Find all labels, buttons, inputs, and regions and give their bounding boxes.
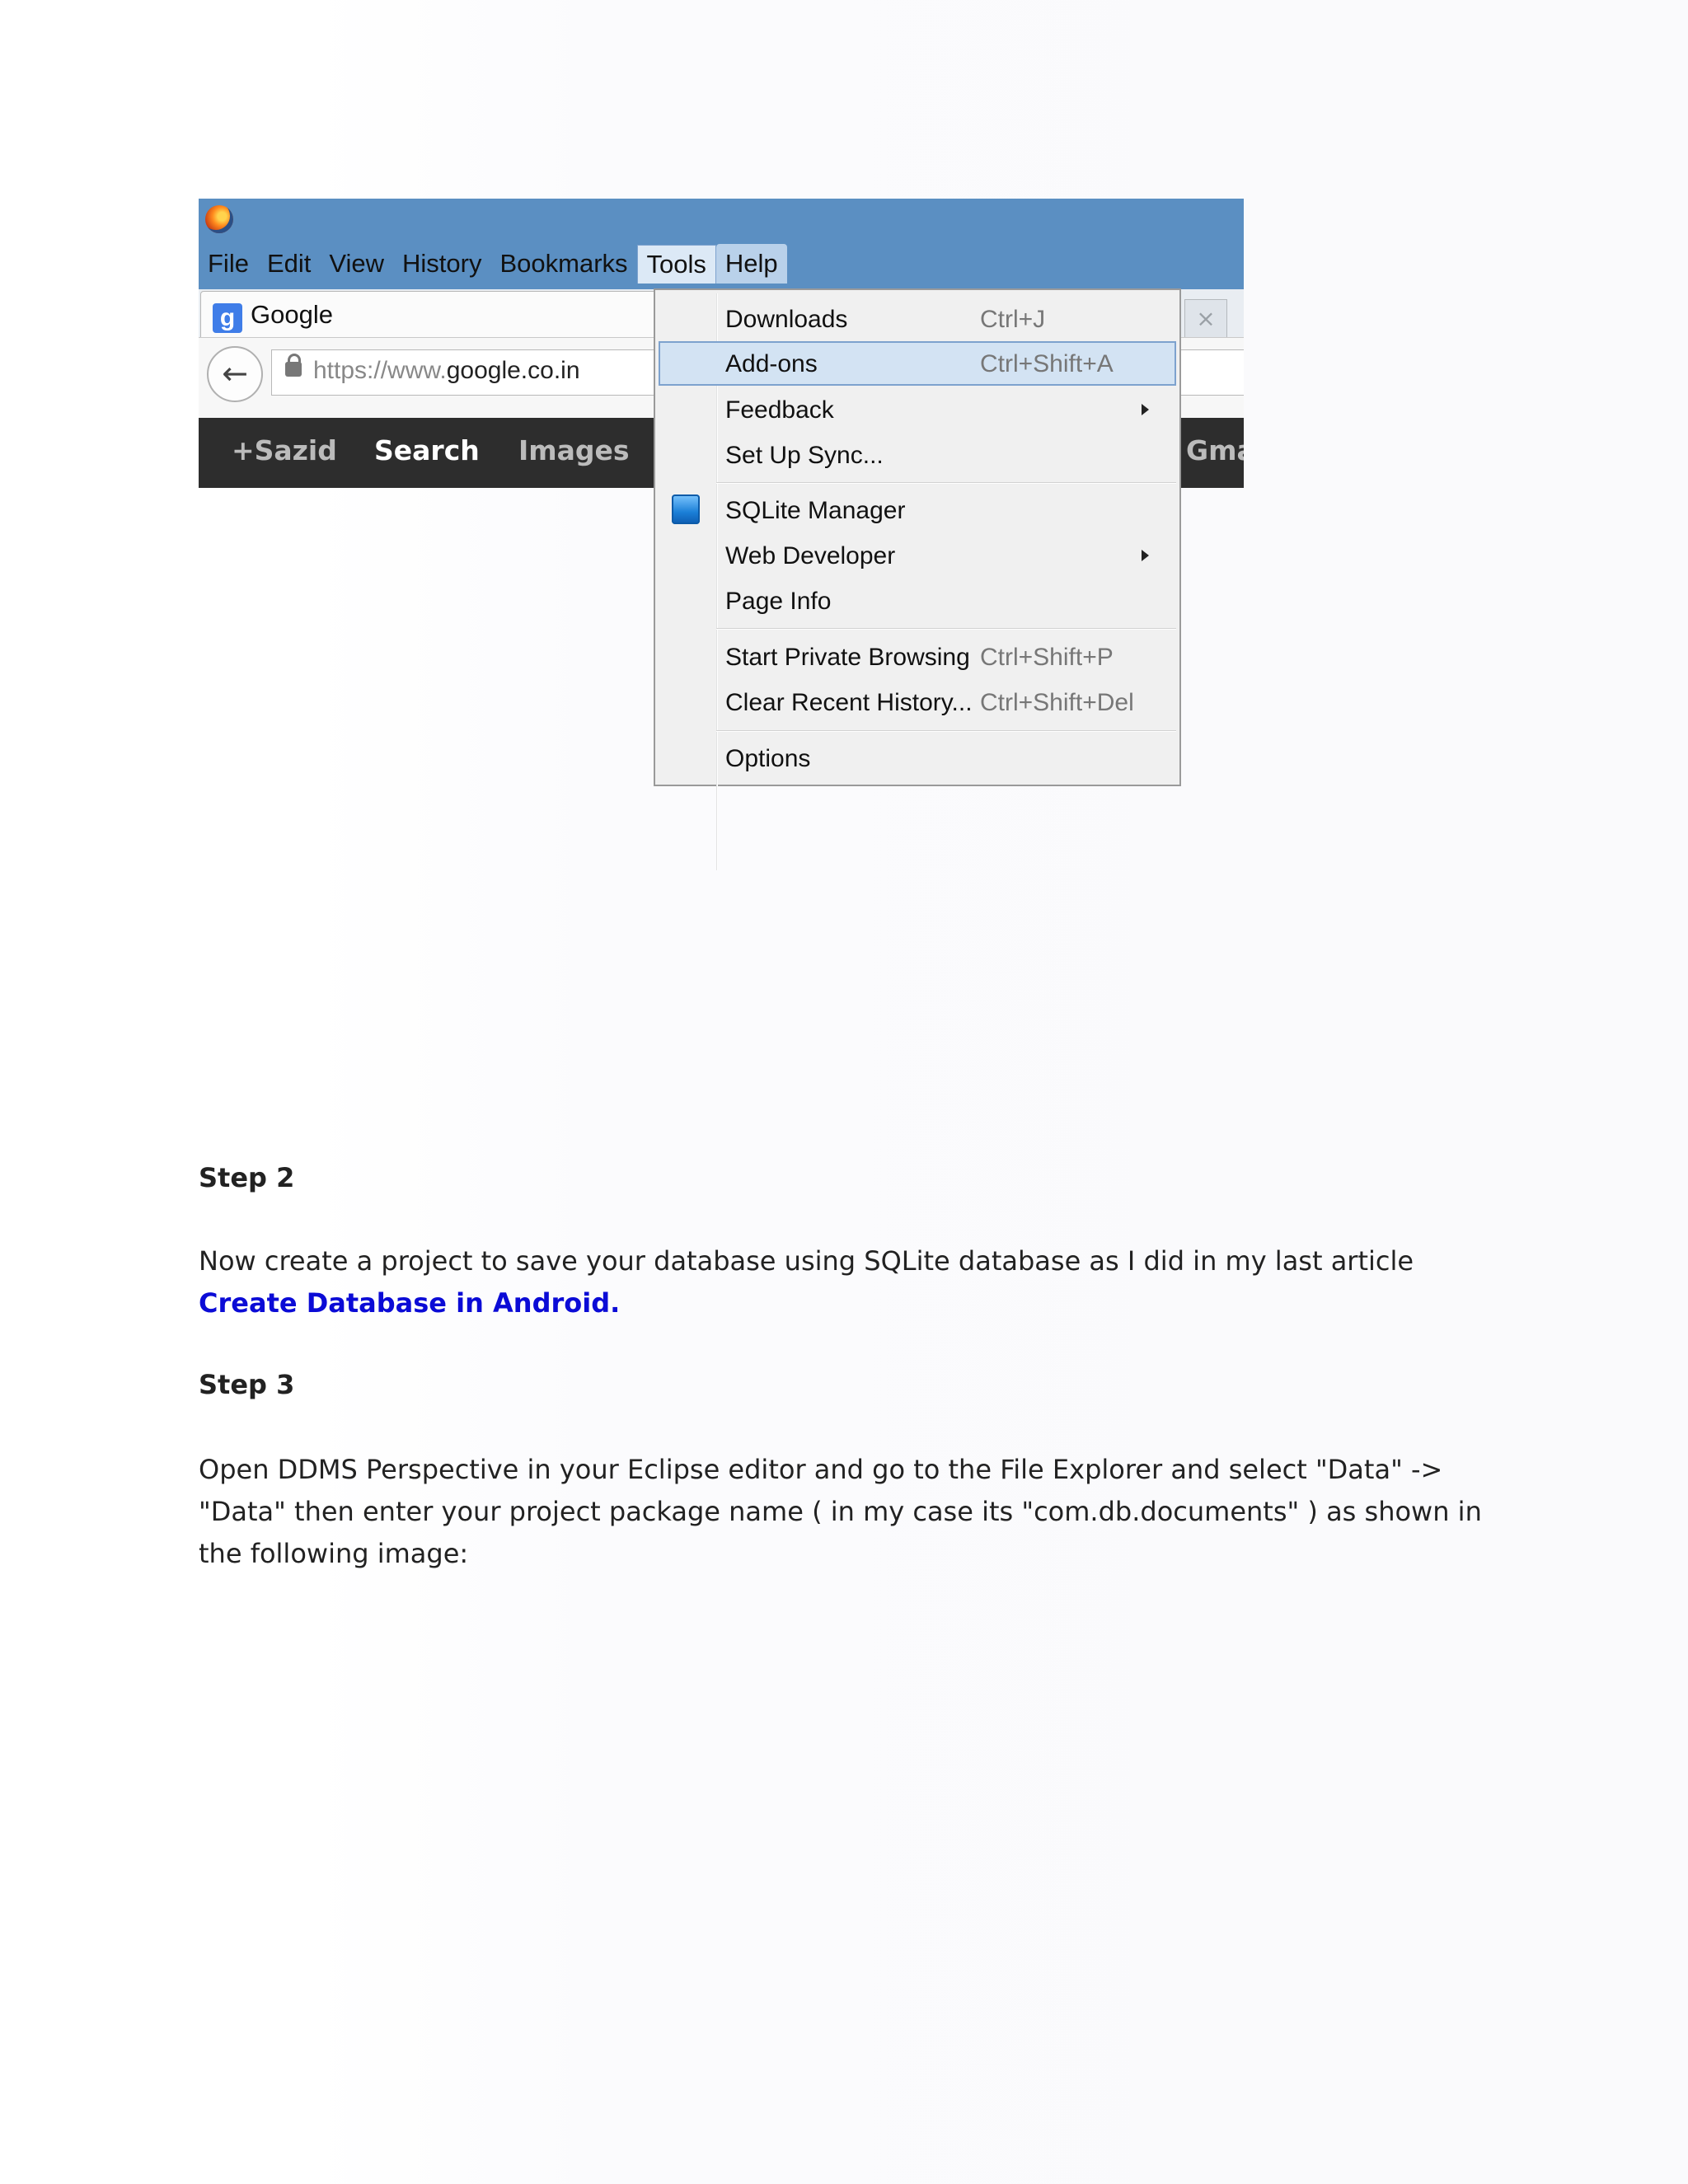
submenu-arrow-icon [1142, 550, 1149, 561]
submenu-arrow-icon [1142, 404, 1149, 415]
menu-file[interactable]: File [199, 244, 258, 284]
url-text: https://www.google.co.in [313, 357, 580, 384]
menuitem-label: Feedback [725, 396, 834, 424]
step-3-heading: Step 3 [199, 1369, 295, 1400]
sqlite-database-icon [672, 494, 700, 524]
menu-bar: File Edit View History Bookmarks Tools H… [199, 242, 787, 285]
menuitem-downloads[interactable]: Downloads Ctrl+J [655, 298, 1179, 340]
google-bar-sazid[interactable]: +Sazid [232, 434, 337, 466]
google-bar-gmail[interactable]: Gma [1186, 434, 1244, 466]
menu-history[interactable]: History [393, 244, 490, 284]
menuitem-options[interactable]: Options [655, 738, 1179, 779]
menuitem-shortcut: Ctrl+Shift+Del [980, 689, 1134, 716]
menu-bookmarks[interactable]: Bookmarks [490, 244, 636, 284]
back-arrow-icon[interactable]: ← [207, 346, 263, 402]
menuitem-label: Set Up Sync... [725, 442, 884, 469]
menu-separator [716, 628, 1176, 630]
menuitem-web-developer[interactable]: Web Developer [655, 535, 1179, 576]
menuitem-shortcut: Ctrl+Shift+A [980, 350, 1114, 377]
close-tab-icon[interactable]: × [1184, 299, 1227, 339]
menuitem-label: Start Private Browsing [725, 644, 970, 671]
tab-title: Google [251, 300, 333, 329]
create-database-link[interactable]: Create Database in Android. [199, 1287, 620, 1319]
menu-tools[interactable]: Tools [636, 244, 716, 284]
menuitem-page-info[interactable]: Page Info [655, 580, 1179, 621]
menuitem-label: Web Developer [725, 542, 896, 569]
menuitem-private-browsing[interactable]: Start Private Browsing Ctrl+Shift+P [655, 636, 1179, 677]
menuitem-label: Add-ons [725, 350, 818, 377]
menu-separator [716, 730, 1176, 732]
step-2-paragraph: Now create a project to save your databa… [199, 1240, 1484, 1324]
menu-help[interactable]: Help [715, 244, 787, 284]
menuitem-label: Options [725, 745, 811, 772]
step-3-paragraph: Open DDMS Perspective in your Eclipse ed… [199, 1454, 1482, 1569]
menuitem-shortcut: Ctrl+J [980, 306, 1046, 333]
window-titlebar: File Edit View History Bookmarks Tools H… [199, 199, 1244, 289]
menu-edit[interactable]: Edit [258, 244, 320, 284]
menuitem-setup-sync[interactable]: Set Up Sync... [655, 434, 1179, 476]
menuitem-addons[interactable]: Add-ons Ctrl+Shift+A [659, 341, 1176, 386]
menuitem-clear-history[interactable]: Clear Recent History... Ctrl+Shift+Del [655, 682, 1179, 723]
menuitem-label: Page Info [725, 588, 832, 615]
menuitem-sqlite-manager[interactable]: SQLite Manager [655, 490, 1179, 531]
menuitem-label: SQLite Manager [725, 497, 906, 524]
google-favicon-icon: g [213, 303, 242, 333]
google-bar-images[interactable]: Images [518, 434, 630, 466]
lock-icon [285, 354, 302, 377]
firefox-logo-icon [205, 205, 233, 233]
menuitem-label: Clear Recent History... [725, 689, 973, 716]
step-2-heading: Step 2 [199, 1162, 295, 1193]
step-2-text: Now create a project to save your databa… [199, 1245, 1414, 1277]
tools-dropdown-menu: Downloads Ctrl+J Add-ons Ctrl+Shift+A Fe… [654, 288, 1181, 870]
menuitem-shortcut: Ctrl+Shift+P [980, 644, 1114, 671]
menuitem-label: Downloads [725, 306, 848, 333]
menu-separator [716, 482, 1176, 484]
browser-tab[interactable]: g Google [200, 291, 663, 340]
google-bar-search[interactable]: Search [374, 434, 480, 466]
menu-view[interactable]: View [320, 244, 393, 284]
menuitem-feedback[interactable]: Feedback [655, 389, 1179, 430]
